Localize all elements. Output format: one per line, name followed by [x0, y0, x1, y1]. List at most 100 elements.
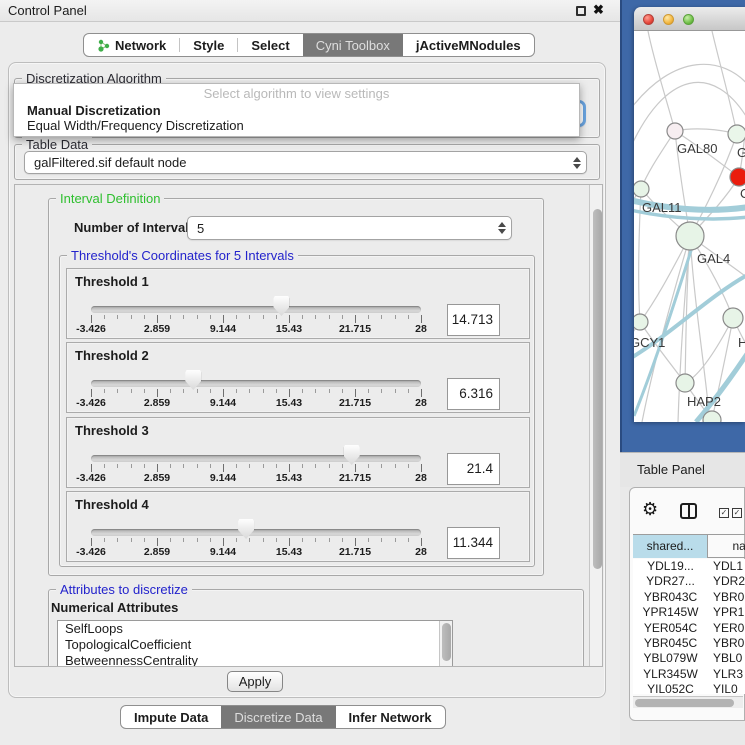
slider-tick-label: 21.715: [330, 397, 380, 409]
table-column-header[interactable]: name: [708, 535, 745, 558]
table-cell: YER0: [713, 621, 744, 636]
columns-icon[interactable]: [680, 503, 697, 519]
apply-button[interactable]: Apply: [227, 671, 283, 692]
table-data-combobox[interactable]: galFiltered.sif default node: [24, 151, 587, 174]
settings-scrollbar[interactable]: [589, 185, 603, 667]
table-row[interactable]: YER054CYER0: [633, 621, 745, 636]
table-cell: YBR0: [713, 636, 744, 651]
table-hscrollbar-thumb[interactable]: [635, 699, 734, 707]
threshold-slider-track[interactable]: [91, 306, 421, 313]
tab-select[interactable]: Select: [238, 34, 302, 56]
network-node[interactable]: [676, 222, 704, 250]
attribute-list-item[interactable]: BetweennessCentrality: [58, 653, 452, 667]
gear-icon[interactable]: ⚙: [642, 500, 658, 518]
network-node[interactable]: [723, 308, 743, 328]
table-header-row: shared...name: [633, 535, 745, 558]
slider-tick-label: 9.144: [198, 397, 248, 409]
network-node-label: C: [740, 186, 745, 201]
table-row[interactable]: YIL052CYIL0: [633, 682, 745, 694]
threshold-slider-thumb[interactable]: [185, 370, 201, 390]
network-canvas[interactable]: GAL80GACGAL11GAL4GCY1HHAP2: [634, 31, 745, 422]
bottom-tab-discretize-data[interactable]: Discretize Data: [221, 706, 335, 728]
attr-list-scrollbar[interactable]: [439, 621, 452, 667]
table-row[interactable]: YBR045CYBR0: [633, 636, 745, 651]
table-row[interactable]: YDL19...YDL1: [633, 559, 745, 574]
slider-tick: [249, 315, 250, 319]
slider-tick: [315, 464, 316, 468]
slider-tick: [408, 464, 409, 468]
slider-tick: [144, 538, 145, 542]
threshold-slider-thumb[interactable]: [344, 445, 360, 465]
threshold-value-field[interactable]: 6.316: [447, 378, 500, 410]
slider-tick-label: 28: [396, 546, 446, 558]
node-table: shared...name YDL19...YDL1YDR27...YDR2YB…: [633, 534, 745, 694]
slider-tick-label: 28: [396, 397, 446, 409]
network-node-label: HAP2: [687, 394, 721, 409]
threshold-slider-thumb[interactable]: [238, 519, 254, 539]
network-node-label: GAL80: [677, 141, 717, 156]
zoom-traffic-light-icon[interactable]: [683, 14, 694, 25]
select-all-checkbox-icon[interactable]: ✓: [719, 508, 729, 518]
network-window-titlebar[interactable]: [634, 7, 745, 31]
bottom-tab-infer-network[interactable]: Infer Network: [336, 706, 445, 728]
close-icon[interactable]: ✖: [593, 2, 604, 18]
table-panel-title: Table Panel: [637, 462, 705, 477]
network-node[interactable]: [730, 168, 745, 186]
network-node[interactable]: [667, 123, 683, 139]
threshold-label: Threshold 3: [75, 423, 149, 438]
attribute-list-item[interactable]: TopologicalCoefficient: [58, 637, 452, 653]
tab-network[interactable]: Network: [84, 34, 179, 56]
table-hscrollbar[interactable]: [633, 696, 743, 708]
slider-tick: [210, 538, 211, 542]
network-node[interactable]: [634, 181, 649, 197]
slider-tick: [368, 464, 369, 468]
select-none-checkbox-icon[interactable]: ✓: [732, 508, 742, 518]
table-row[interactable]: YBR043CYBR0: [633, 590, 745, 605]
table-column-header[interactable]: shared...: [633, 535, 708, 558]
slider-tick: [210, 389, 211, 393]
algorithm-option[interactable]: Equal Width/Frequency Discretization: [27, 118, 244, 133]
slider-tick: [302, 538, 303, 542]
algorithm-option[interactable]: Manual Discretization: [27, 103, 161, 118]
tab-jactivemnodules[interactable]: jActiveMNodules: [403, 34, 534, 56]
tab-cyni-toolbox[interactable]: Cyni Toolbox: [303, 34, 403, 56]
threshold-value-field[interactable]: 21.4: [447, 453, 500, 485]
slider-tick-label: 2.859: [132, 546, 182, 558]
slider-tick: [408, 315, 409, 319]
num-intervals-combobox[interactable]: 5: [187, 216, 512, 240]
threshold-value-field[interactable]: 11.344: [447, 527, 500, 559]
table-row[interactable]: YBL079WYBL0: [633, 651, 745, 666]
table-row[interactable]: YLR345WYLR3: [633, 667, 745, 682]
float-window-icon[interactable]: [576, 6, 586, 16]
threshold-slider-track[interactable]: [91, 380, 421, 387]
threshold-slider-track[interactable]: [91, 529, 421, 536]
slider-tick: [144, 315, 145, 319]
slider-tick: [249, 389, 250, 393]
settings-scrollbar-thumb[interactable]: [593, 209, 602, 569]
tab-label: jActiveMNodules: [416, 38, 521, 53]
attribute-list-item[interactable]: SelfLoops: [58, 621, 452, 637]
table-panel-bar: Table Panel: [620, 452, 745, 487]
tab-style[interactable]: Style: [180, 34, 237, 56]
slider-tick-label: 2.859: [132, 472, 182, 484]
table-row[interactable]: YDR27...YDR2: [633, 574, 745, 589]
network-node[interactable]: [676, 374, 694, 392]
network-node[interactable]: [634, 314, 648, 330]
slider-tick: [131, 315, 132, 319]
numerical-attributes-list[interactable]: SelfLoopsTopologicalCoefficientBetweenne…: [57, 620, 453, 667]
slider-tick-label: 9.144: [198, 323, 248, 335]
minimize-traffic-light-icon[interactable]: [663, 14, 674, 25]
slider-tick: [381, 315, 382, 319]
close-traffic-light-icon[interactable]: [643, 14, 654, 25]
slider-tick-label: -3.426: [66, 397, 116, 409]
threshold-value-field[interactable]: 14.713: [447, 304, 500, 336]
slider-tick: [368, 315, 369, 319]
table-cell: YDL19...: [633, 559, 708, 574]
network-node[interactable]: [728, 125, 745, 143]
bottom-tab-impute-data[interactable]: Impute Data: [121, 706, 221, 728]
table-row[interactable]: YPR145WYPR1: [633, 605, 745, 620]
threshold-slider-track[interactable]: [91, 455, 421, 462]
slider-tick-label: 2.859: [132, 397, 182, 409]
threshold-slider-thumb[interactable]: [273, 296, 289, 316]
slider-tick-label: 21.715: [330, 323, 380, 335]
